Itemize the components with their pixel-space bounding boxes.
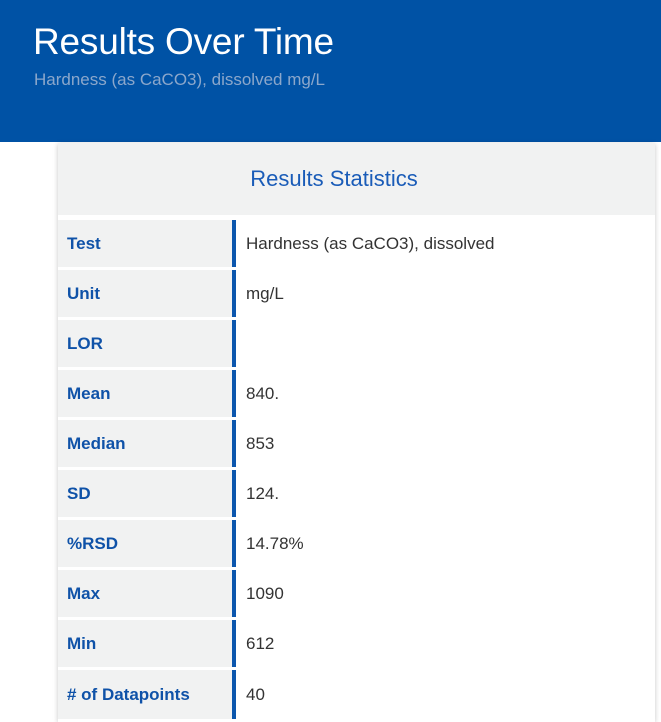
page-title: Results Over Time	[33, 21, 334, 62]
table-row: Unit mg/L	[58, 270, 655, 317]
table-row: Test Hardness (as CaCO3), dissolved	[58, 220, 655, 267]
table-row: %RSD 14.78%	[58, 520, 655, 567]
stat-label-sd: SD	[58, 470, 236, 517]
stat-value-unit: mg/L	[236, 270, 655, 317]
stat-label-test: Test	[58, 220, 236, 267]
stat-value-min: 612	[236, 620, 655, 667]
table-row: SD 124.	[58, 470, 655, 517]
results-statistics-table: Test Hardness (as CaCO3), dissolved Unit…	[58, 217, 655, 722]
table-row: Mean 840.	[58, 370, 655, 417]
stat-label-unit: Unit	[58, 270, 236, 317]
results-statistics-card-header: Results Statistics	[58, 143, 655, 215]
stat-label-percent-rsd: %RSD	[58, 520, 236, 567]
table-row: # of Datapoints 40	[58, 670, 655, 719]
stat-label-median: Median	[58, 420, 236, 467]
stat-label-mean: Mean	[58, 370, 236, 417]
page-header-banner: Results Over Time Hardness (as CaCO3), d…	[0, 0, 661, 142]
stat-value-mean: 840.	[236, 370, 655, 417]
stat-value-test: Hardness (as CaCO3), dissolved	[236, 220, 655, 267]
stat-value-percent-rsd: 14.78%	[236, 520, 655, 567]
table-row: LOR	[58, 320, 655, 367]
stat-value-sd: 124.	[236, 470, 655, 517]
stat-label-datapoints: # of Datapoints	[58, 670, 236, 719]
stat-value-max: 1090	[236, 570, 655, 617]
table-row: Median 853	[58, 420, 655, 467]
stat-label-min: Min	[58, 620, 236, 667]
results-statistics-title: Results Statistics	[250, 166, 418, 191]
stat-label-max: Max	[58, 570, 236, 617]
table-row: Min 612	[58, 620, 655, 667]
stat-value-datapoints: 40	[236, 670, 655, 719]
table-row: Max 1090	[58, 570, 655, 617]
stat-label-lor: LOR	[58, 320, 236, 367]
stat-value-median: 853	[236, 420, 655, 467]
stat-value-lor	[236, 320, 655, 367]
page-subtitle: Hardness (as CaCO3), dissolved mg/L	[34, 70, 326, 89]
results-statistics-card: Results Statistics Test Hardness (as CaC…	[58, 143, 655, 722]
